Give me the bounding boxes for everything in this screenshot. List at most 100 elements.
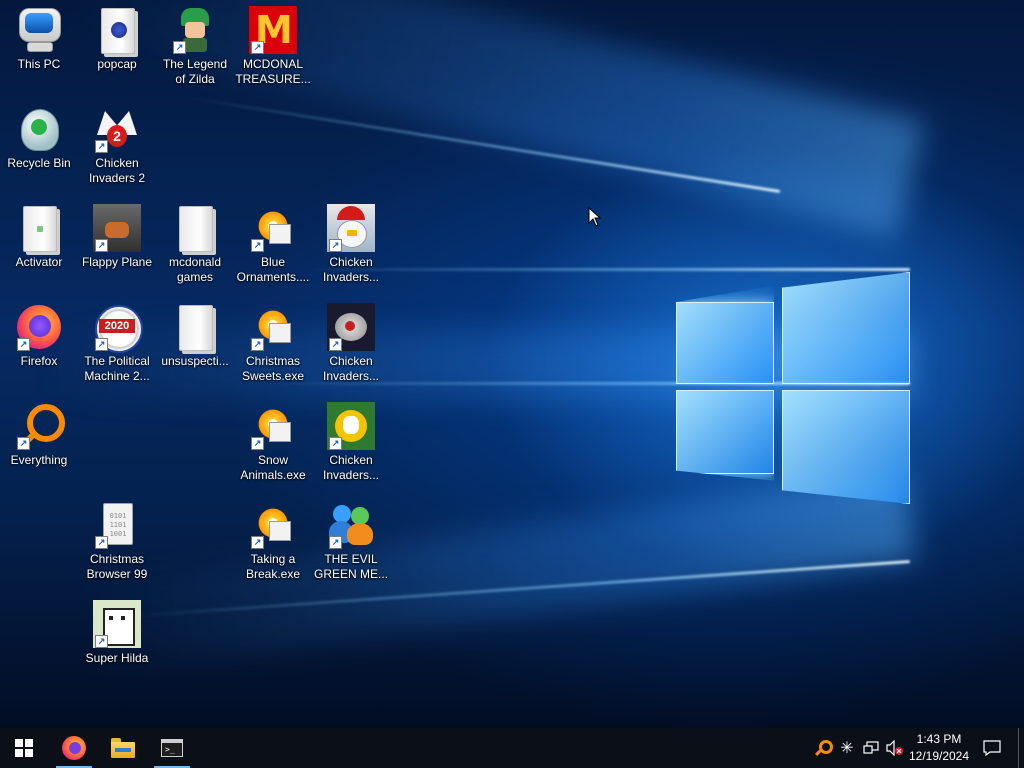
icon-label: Chicken Invaders... <box>322 255 380 284</box>
desktop-icon-christmas-browser[interactable]: 0101 1101 1001 ↗ Christmas Browser 99 <box>78 501 156 582</box>
badge-2020-icon: 2020 ↗ <box>93 303 143 353</box>
folder-icon <box>111 738 135 758</box>
desktop-icon-unsuspecti[interactable]: unsuspecti... <box>156 303 234 369</box>
icon-label: Activator <box>15 255 63 269</box>
sunburst-installer-icon: ↗ <box>249 402 297 450</box>
desktop-icon-activator[interactable]: Activator <box>0 204 78 270</box>
sunburst-installer-icon: ↗ <box>249 204 297 252</box>
desktop-icon-political-machine[interactable]: 2020 ↗ The Political Machine 2... <box>78 303 156 384</box>
taskbar: >_ ✳ 1:43 PM 12/19/2024 <box>0 728 1024 768</box>
desktop-icon-chicken-invaders-a[interactable]: ↗ Chicken Invaders... <box>312 204 390 285</box>
desktop-icon-taking-a-break[interactable]: ↗ Taking a Break.exe <box>234 501 312 582</box>
computer-icon <box>15 6 63 54</box>
windows-start-icon <box>15 739 33 757</box>
pixel-dog-icon: ↗ <box>93 600 141 648</box>
start-button[interactable] <box>4 728 44 768</box>
desktop-icon-evil-green-me[interactable]: ↗ THE EVIL GREEN ME... <box>312 501 390 582</box>
taskbar-firefox[interactable] <box>54 728 94 768</box>
desktop-icon-everything[interactable]: ↗ Everything <box>0 402 78 468</box>
taskbar-terminal[interactable]: >_ <box>152 728 192 768</box>
icon-label: Chicken Invaders... <box>322 354 380 383</box>
folder-icon <box>15 204 63 252</box>
icon-label: unsuspecti... <box>161 354 229 368</box>
shortcut-arrow-icon: ↗ <box>329 536 342 549</box>
icon-label: MCDONAL TREASURE... <box>235 57 311 86</box>
icon-label: Blue Ornaments.... <box>236 255 310 284</box>
shortcut-arrow-icon: ↗ <box>95 635 108 648</box>
action-center-icon[interactable] <box>980 728 1004 768</box>
desktop-icon-christmas-sweets[interactable]: ↗ Christmas Sweets.exe <box>234 303 312 384</box>
desktop-icon-flappy-plane[interactable]: ↗ Flappy Plane <box>78 204 156 270</box>
folder-icon <box>171 204 219 252</box>
desktop-icon-recycle-bin[interactable]: Recycle Bin <box>0 105 78 171</box>
icon-label: popcap <box>97 57 137 71</box>
icon-label: Recycle Bin <box>7 156 71 170</box>
desktop-icon-chicken-invaders-2[interactable]: 2 ↗ Chicken Invaders 2 <box>78 105 156 186</box>
shortcut-arrow-icon: ↗ <box>95 239 108 252</box>
desktop-icon-blue-ornaments[interactable]: ↗ Blue Ornaments.... <box>234 204 312 285</box>
icon-label: Taking a Break.exe <box>245 552 301 581</box>
folder-icon <box>93 6 141 54</box>
icon-label: Chicken Invaders... <box>322 453 380 482</box>
system-clock[interactable]: 1:43 PM 12/19/2024 <box>900 731 978 765</box>
shortcut-arrow-icon: ↗ <box>17 338 30 351</box>
network-star-icon[interactable]: ✳ <box>836 728 858 768</box>
shortcut-arrow-icon: ↗ <box>329 338 342 351</box>
desktop-icon-super-hilda[interactable]: ↗ Super Hilda <box>78 600 156 666</box>
mouse-pointer-icon <box>588 207 602 227</box>
icon-label: The Political Machine 2... <box>84 354 150 383</box>
icon-label: Firefox <box>20 354 58 368</box>
terminal-icon: >_ <box>161 739 183 757</box>
chicken-5-icon: ↗ <box>327 402 375 450</box>
show-desktop-button[interactable] <box>1018 728 1024 768</box>
clock-date: 12/19/2024 <box>908 749 970 763</box>
icon-label: Everything <box>10 453 68 467</box>
shortcut-arrow-icon: ↗ <box>17 437 30 450</box>
icon-label: Snow Animals.exe <box>240 453 306 482</box>
shortcut-arrow-icon: ↗ <box>173 41 186 54</box>
desktop-icon-popcap[interactable]: popcap <box>78 6 156 72</box>
network-icon[interactable] <box>860 728 882 768</box>
shortcut-arrow-icon: ↗ <box>251 41 264 54</box>
desktop-background[interactable]: This PC Recycle Bin Activator ↗ Firefox … <box>0 0 1024 728</box>
chicken-icon: 2 ↗ <box>93 105 141 153</box>
plane-icon: ↗ <box>93 204 141 252</box>
icon-label: This PC <box>17 57 61 71</box>
golden-arches-icon: M ↗ <box>249 6 297 54</box>
icon-label: Christmas Sweets.exe <box>241 354 305 383</box>
clock-time: 1:43 PM <box>916 732 962 746</box>
magnifier-icon: ↗ <box>15 402 65 450</box>
desktop-icon-mcdonald-games[interactable]: mcdonald games <box>156 204 234 285</box>
elf-character-icon: ↗ <box>171 6 219 54</box>
icon-label: Chicken Invaders 2 <box>88 156 146 185</box>
icon-label: The Legend of Zilda <box>162 57 228 86</box>
recycle-bin-icon <box>15 105 63 153</box>
folder-icon <box>171 303 219 351</box>
icon-label: Super Hilda <box>85 651 149 665</box>
desktop-icon-mcdonal-treasure[interactable]: M ↗ MCDONAL TREASURE... <box>234 6 312 87</box>
messenger-people-icon: ↗ <box>327 501 375 549</box>
desktop-icon-chicken-invaders-b[interactable]: ↗ Chicken Invaders... <box>312 303 390 384</box>
desktop-icon-legend-of-zilda[interactable]: ↗ The Legend of Zilda <box>156 6 234 87</box>
desktop-icon-this-pc[interactable]: This PC <box>0 6 78 72</box>
sunburst-installer-icon: ↗ <box>249 303 297 351</box>
shortcut-arrow-icon: ↗ <box>251 437 264 450</box>
icon-label: mcdonald games <box>168 255 222 284</box>
shortcut-arrow-icon: ↗ <box>95 140 108 153</box>
firefox-icon: ↗ <box>15 303 63 351</box>
spaceship-chicken-icon: ↗ <box>327 303 375 351</box>
shortcut-arrow-icon: ↗ <box>251 338 264 351</box>
icon-label: THE EVIL GREEN ME... <box>313 552 388 581</box>
icon-label: Flappy Plane <box>81 255 153 269</box>
shortcut-arrow-icon: ↗ <box>95 338 108 351</box>
everything-tray-icon[interactable] <box>812 728 834 768</box>
desktop-icon-snow-animals[interactable]: ↗ Snow Animals.exe <box>234 402 312 483</box>
desktop-icon-firefox[interactable]: ↗ Firefox <box>0 303 78 369</box>
firefox-icon <box>62 736 86 760</box>
shortcut-arrow-icon: ↗ <box>329 437 342 450</box>
shortcut-arrow-icon: ↗ <box>95 536 108 549</box>
taskbar-file-explorer[interactable] <box>103 728 143 768</box>
santa-chicken-icon: ↗ <box>327 204 375 252</box>
desktop-icon-chicken-invaders-c[interactable]: ↗ Chicken Invaders... <box>312 402 390 483</box>
binary-file-icon: 0101 1101 1001 ↗ <box>93 501 141 549</box>
